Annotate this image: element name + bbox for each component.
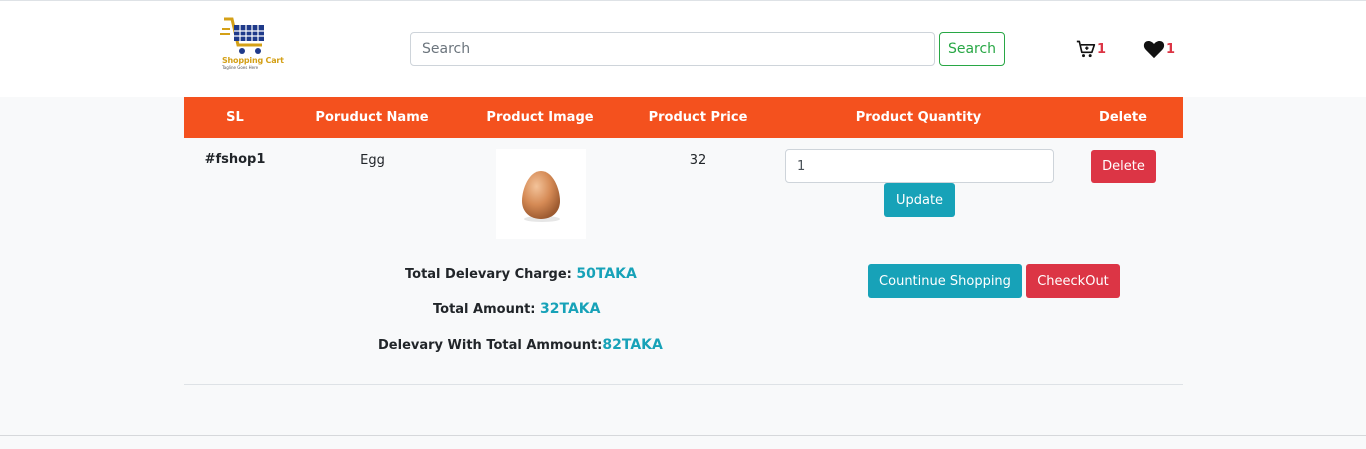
cart-icon	[1076, 40, 1096, 58]
total-amount-label: Total Amount:	[433, 302, 541, 317]
logo-tagline: Tagline Goes Here	[222, 65, 259, 70]
delivery-charge-line: Total Delevary Charge: 50TAKA	[405, 266, 637, 282]
logo-text: Shopping Cart	[222, 56, 284, 65]
search-input[interactable]	[410, 32, 935, 66]
total-amount-line: Total Amount: 32TAKA	[433, 301, 601, 317]
header-delete: Delete	[1099, 110, 1147, 125]
quantity-input[interactable]	[785, 149, 1054, 183]
wishlist-link[interactable]: 1	[1143, 39, 1175, 59]
checkout-button[interactable]: CheeckOut	[1026, 264, 1120, 298]
site-header: Shopping Cart Tagline Goes Here Search 1…	[0, 1, 1366, 97]
delivery-charge-value: 50TAKA	[576, 266, 637, 282]
row-sl: #fshop1	[204, 152, 266, 167]
egg-image	[496, 149, 586, 239]
cart-count-badge: 1	[1097, 41, 1107, 57]
content-divider	[184, 384, 1183, 385]
row-product-name: Egg	[360, 153, 385, 168]
heart-icon	[1143, 40, 1165, 59]
delete-button[interactable]: Delete	[1091, 150, 1156, 183]
total-amount-value: 32TAKA	[540, 301, 601, 317]
row-price: 32	[689, 153, 707, 168]
cart-table-header: SL Poruduct Name Product Image Product P…	[184, 97, 1183, 138]
update-button[interactable]: Update	[884, 183, 955, 217]
continue-shopping-button[interactable]: Countinue Shopping	[868, 264, 1022, 298]
search-button[interactable]: Search	[939, 32, 1005, 66]
grand-total-value: 82TAKA	[602, 337, 663, 353]
grand-total-line: Delevary With Total Ammount:82TAKA	[378, 337, 663, 353]
cart-link[interactable]: 1	[1076, 39, 1106, 59]
wishlist-count-badge: 1	[1166, 41, 1176, 57]
header-product-quantity: Product Quantity	[855, 110, 982, 125]
header-sl: SL	[226, 110, 244, 125]
header-product-price: Product Price	[648, 110, 748, 125]
delivery-charge-label: Total Delevary Charge:	[405, 267, 577, 282]
footer-border	[0, 435, 1366, 436]
grand-total-label: Delevary With Total Ammount:	[378, 338, 603, 353]
header-product-name: Poruduct Name	[315, 110, 429, 125]
header-product-image: Product Image	[486, 110, 594, 125]
egg-picture	[522, 171, 560, 222]
